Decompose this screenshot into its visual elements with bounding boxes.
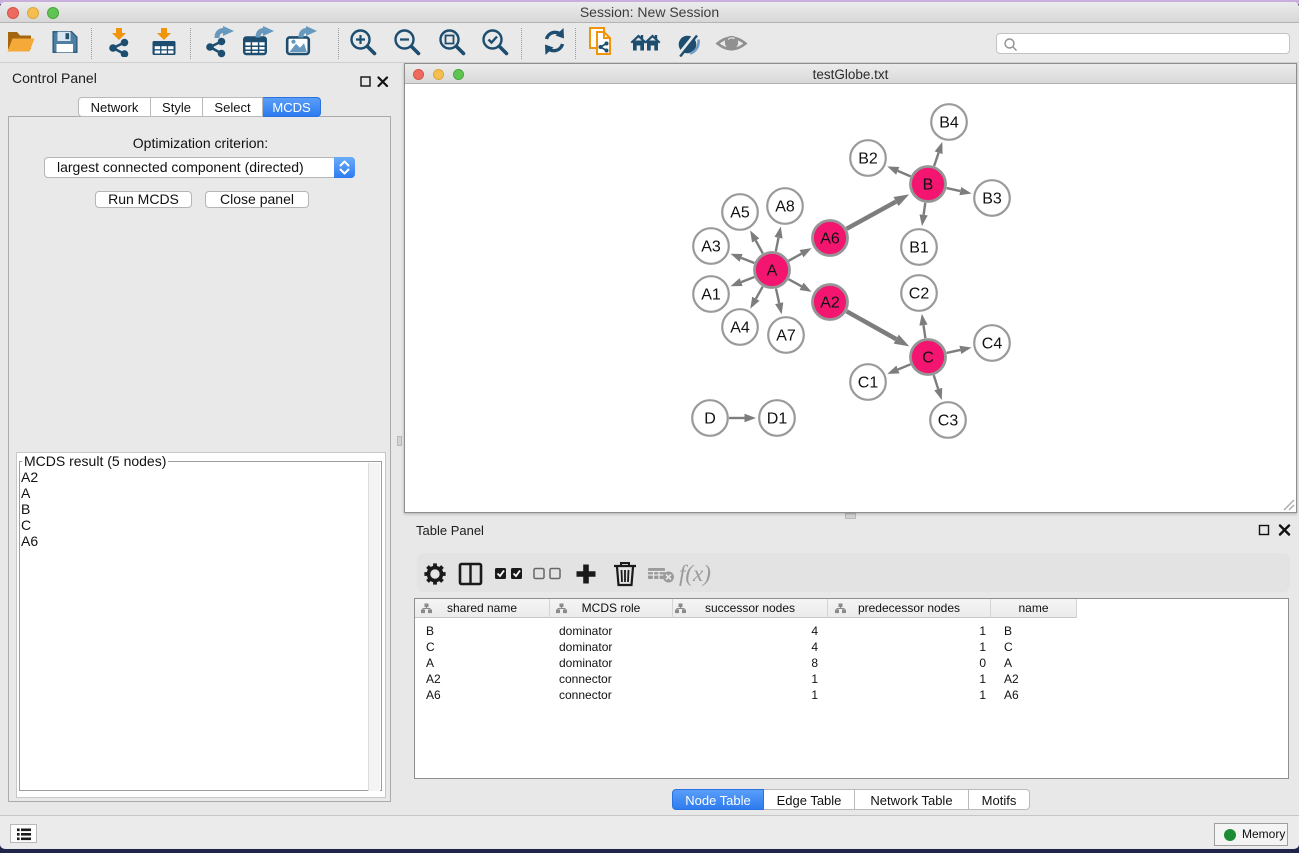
- svg-text:A: A: [767, 263, 778, 280]
- svg-text:D: D: [704, 411, 716, 428]
- svg-text:A7: A7: [776, 328, 796, 345]
- svg-text:A6: A6: [820, 231, 840, 248]
- svg-text:A2: A2: [820, 295, 840, 312]
- svg-text:C4: C4: [982, 336, 1003, 353]
- svg-text:f(x): f(x): [679, 561, 711, 586]
- svg-text:C2: C2: [909, 286, 930, 303]
- svg-text:A1: A1: [701, 287, 721, 304]
- svg-text:D1: D1: [767, 411, 788, 428]
- svg-text:B: B: [923, 177, 934, 194]
- svg-text:B2: B2: [858, 151, 878, 168]
- svg-text:C: C: [922, 350, 934, 367]
- svg-text:A4: A4: [730, 320, 750, 337]
- svg-text:B4: B4: [939, 115, 959, 132]
- svg-text:C1: C1: [858, 375, 879, 392]
- svg-text:A3: A3: [701, 239, 721, 256]
- svg-text:B3: B3: [982, 191, 1002, 208]
- svg-text:A5: A5: [730, 205, 750, 222]
- svg-text:C3: C3: [938, 413, 959, 430]
- svg-text:A8: A8: [775, 199, 795, 216]
- svg-text:B1: B1: [909, 240, 929, 257]
